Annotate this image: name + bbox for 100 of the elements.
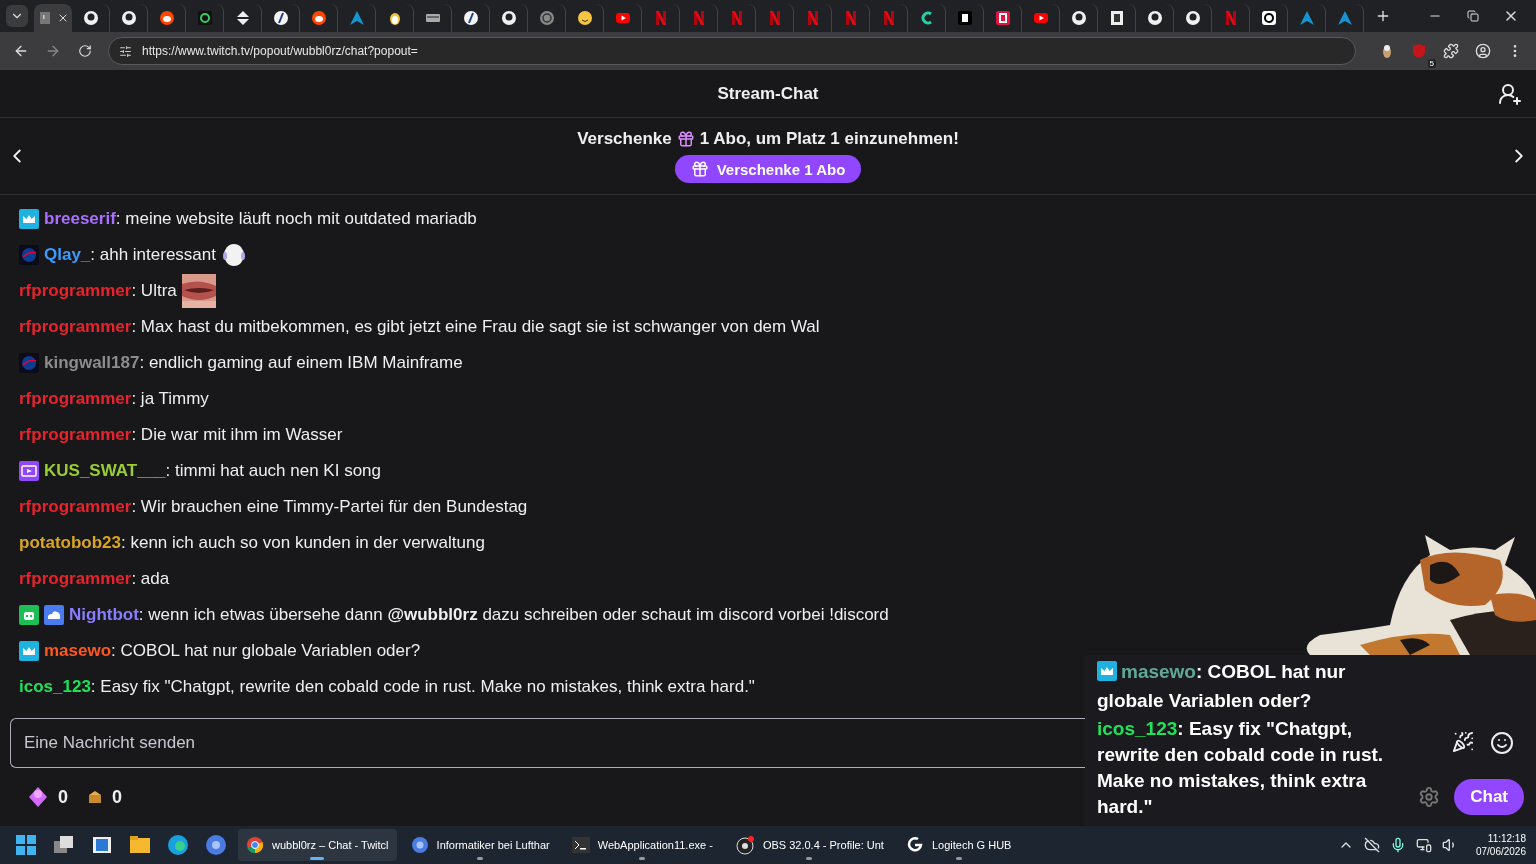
site-icon <box>1184 10 1201 26</box>
site-icon <box>120 10 137 26</box>
shield-icon <box>1411 43 1427 59</box>
forward-arrow-icon <box>45 43 61 59</box>
username[interactable]: Nightbot <box>69 605 139 625</box>
username[interactable]: rfprogrammer <box>19 389 132 409</box>
message-text: : meine website läuft noch mit outdated mariadb <box>115 209 477 229</box>
site-icon <box>576 10 593 26</box>
message-text: : Max hast du mitbekommen, es gibt jetzt eine Frau die sagt sie ist schwanger von dem Wal <box>131 317 820 337</box>
message-text: : Easy fix "Chatgpt, rewrite den cobald code in rust. Make no mistakes, think extra hard." <box>90 677 755 697</box>
puzzle-icon <box>1443 43 1459 59</box>
username[interactable]: breeserif <box>44 209 116 229</box>
task-view-logo-icon <box>53 834 75 856</box>
terminal-icon <box>571 837 590 853</box>
username[interactable]: rfprogrammer <box>19 497 132 517</box>
media-player-logo-icon <box>91 834 113 856</box>
site-icon <box>956 10 973 26</box>
clock[interactable]: 11:12:18 07/06/2026 <box>1475 833 1526 857</box>
site-icon <box>272 10 289 26</box>
site-icon <box>1108 10 1125 26</box>
message-input[interactable]: Eine Nachricht senden <box>10 718 1085 768</box>
gift-icon <box>676 130 695 148</box>
site-icon <box>614 10 631 26</box>
username[interactable]: rfprogrammer <box>19 281 132 301</box>
tab-search-button[interactable] <box>6 5 28 27</box>
message-text: : Ultra <box>131 281 177 301</box>
network-icon[interactable] <box>1415 837 1432 853</box>
site-icon <box>538 10 555 26</box>
points-count: 0 <box>58 786 68 808</box>
chat-button[interactable]: Chat <box>1454 779 1524 815</box>
obs-icon <box>734 835 755 855</box>
username[interactable]: rfprogrammer <box>19 317 132 337</box>
party-popper-icon <box>1452 731 1474 753</box>
chat-title: Stream-Chat <box>717 83 819 104</box>
message-text: : ja Timmy <box>131 389 209 409</box>
extension-badge: 5 <box>1427 59 1436 68</box>
site-icon <box>196 10 213 26</box>
channel-points-icon <box>88 790 102 804</box>
banner-text: Verschenke <box>577 129 672 149</box>
username[interactable]: Qlay_ <box>44 245 91 265</box>
overlay-message: masewo: COBOL hat nur globale Variablen oder? <box>1097 660 1347 713</box>
message-text: : Wir brauchen eine Timmy-Partei für den Bundestag <box>131 497 528 517</box>
video-badge-icon <box>19 461 39 481</box>
cloud-icon[interactable] <box>1363 837 1380 853</box>
site-info-icon[interactable] <box>119 44 132 58</box>
banner-text: 1 Abo, um Platz 1 einzunehmen! <box>699 129 959 149</box>
plus-icon <box>1375 8 1391 24</box>
edge-logo-icon <box>167 834 189 856</box>
message-text: : Die war mit ihm im Wasser <box>131 425 343 445</box>
smiley-icon <box>1490 731 1514 755</box>
user-plus-icon <box>1498 82 1522 106</box>
community-button[interactable] <box>1498 82 1522 106</box>
site-icon <box>158 10 175 26</box>
username[interactable]: potatobob23 <box>19 533 121 553</box>
taskbar-app[interactable]: Logitech G HUB <box>897 829 1020 861</box>
browser-logo-icon <box>205 834 227 856</box>
site-icon <box>310 10 327 26</box>
taskbar-app[interactable]: WebApplication11.exe - <box>563 829 721 861</box>
site-icon <box>37 10 53 26</box>
space-badge-icon <box>19 245 39 265</box>
settings-icon[interactable] <box>1418 786 1441 808</box>
site-icon <box>462 10 479 26</box>
browser-icon <box>410 836 429 854</box>
taskbar-app[interactable]: Informatiker bei Lufthar <box>402 829 558 861</box>
taskbar-app[interactable]: OBS 32.0.4 - Profile: Unt <box>726 829 892 861</box>
site-icon <box>1032 10 1049 26</box>
message-text: : endlich gaming auf einem IBM Mainframe <box>139 353 463 373</box>
reload-icon <box>78 44 92 58</box>
address-bar[interactable]: https://www.twitch.tv/popout/wubbl0rz/chat?popout= <box>108 37 1356 65</box>
extension-icon <box>1380 43 1394 59</box>
username[interactable]: KUS_SWAT___ <box>44 461 166 481</box>
message-text: : ada <box>131 569 170 589</box>
username[interactable]: masewo <box>44 641 112 661</box>
username[interactable]: kingwall187 <box>44 353 140 373</box>
message-text: : COBOL hat nur globale Variablen oder? <box>111 641 421 661</box>
close-tab-icon[interactable] <box>57 12 69 24</box>
username[interactable]: rfprogrammer <box>19 569 132 589</box>
site-icon <box>1336 10 1353 26</box>
username[interactable]: rfprogrammer <box>19 425 132 445</box>
site-icon <box>1070 10 1087 26</box>
site-icon <box>82 10 99 26</box>
message-text: : timmi hat auch nen KI song <box>165 461 381 481</box>
gift-icon <box>690 160 709 178</box>
crown-badge-icon <box>19 641 39 661</box>
points-count: 0 <box>112 786 123 808</box>
site-icon <box>994 10 1011 26</box>
site-icon <box>500 10 517 26</box>
taskbar-app[interactable]: wubbl0rz – Chat - Twitcl <box>238 829 397 861</box>
crown-badge-icon <box>19 209 39 229</box>
message-text: : kenn ich auch so von kunden in der verwaltung <box>121 533 485 553</box>
space-badge-icon <box>19 353 39 373</box>
folder-logo-icon <box>129 834 151 856</box>
emote-picker-icon[interactable] <box>1490 731 1514 755</box>
site-icon <box>1298 10 1315 26</box>
username[interactable]: icos_123 <box>19 677 91 697</box>
site-icon <box>1146 10 1163 26</box>
robot-badge-icon <box>19 605 39 625</box>
message-text: : wenn ich etwas übersehe dann @wubbl0rz dazu schreiben oder schaut im discord vorbei !discord <box>138 605 889 625</box>
party-icon[interactable] <box>1452 731 1474 755</box>
gift-sub-button[interactable]: Verschenke 1 Abo <box>674 155 862 183</box>
